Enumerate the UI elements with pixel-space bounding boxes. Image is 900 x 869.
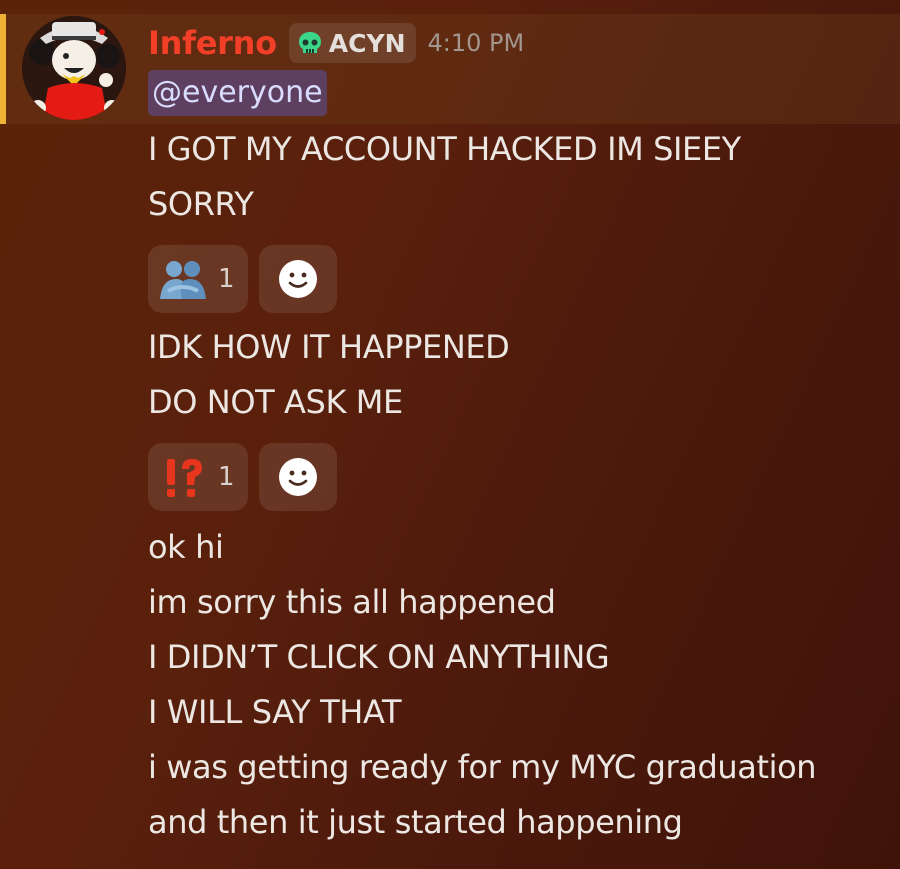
message-line: and then it just started happening	[148, 803, 683, 841]
message-header: Inferno ACYN 4:10 PM	[148, 20, 524, 66]
server-tag-badge[interactable]: ACYN	[288, 23, 416, 63]
avatar[interactable]	[22, 16, 126, 120]
server-tag-label: ACYN	[328, 28, 406, 58]
everyone-mention[interactable]: @everyone	[148, 70, 327, 116]
message-line: ok hi	[148, 528, 224, 566]
message-line: DO NOT ASK ME	[148, 383, 403, 421]
reaction-count: 1	[218, 264, 235, 294]
add-reaction-button[interactable]	[259, 245, 337, 313]
message-line: SORRY	[148, 185, 254, 223]
mention-highlight-bar	[0, 14, 6, 124]
message-line: I DIDN’T CLICK ON ANYTHING	[148, 638, 610, 676]
message-line: im sorry this all happened	[148, 583, 556, 621]
smiley-icon	[279, 260, 317, 298]
message-line: I GOT MY ACCOUNT HACKED IM SIEEY	[148, 130, 741, 168]
add-reaction-button[interactable]	[259, 443, 337, 511]
smiley-icon	[279, 458, 317, 496]
reaction-hug[interactable]: 1	[148, 245, 248, 313]
skull-icon	[298, 32, 321, 53]
reaction-count: 1	[218, 462, 235, 492]
message-line: i was getting ready for my MYC graduatio…	[148, 748, 817, 786]
message-line: I WILL SAY THAT	[148, 693, 402, 731]
message-line: IDK HOW IT HAPPENED	[148, 328, 510, 366]
avatar-image	[22, 16, 126, 120]
people-hugging-icon	[160, 261, 206, 299]
username[interactable]: Inferno	[148, 24, 277, 62]
exclamation-question-icon	[167, 459, 202, 497]
reaction-interrobang[interactable]: 1	[148, 443, 248, 511]
timestamp[interactable]: 4:10 PM	[428, 29, 525, 57]
